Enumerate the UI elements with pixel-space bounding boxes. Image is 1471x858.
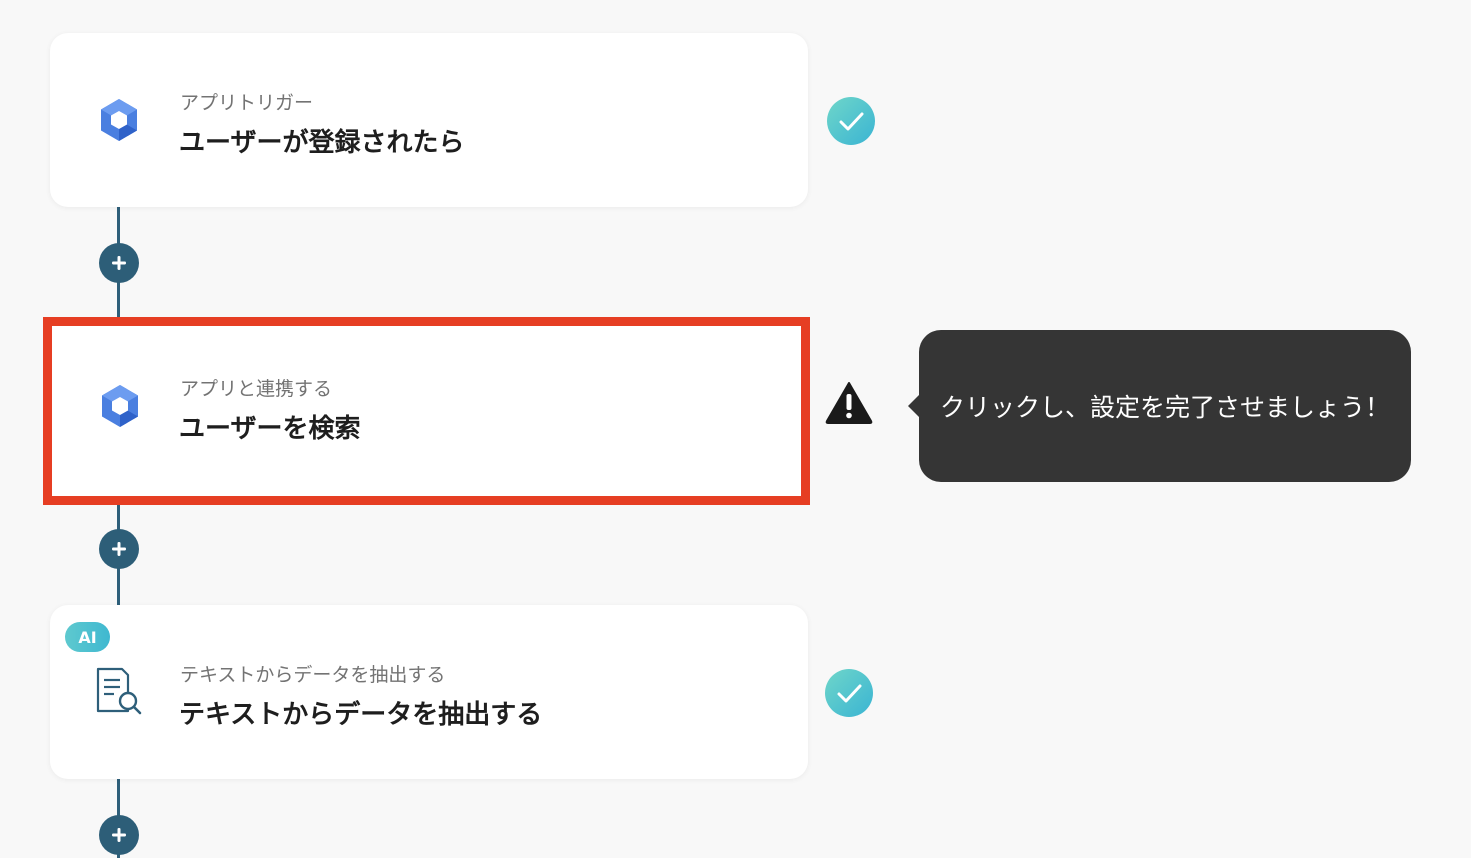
check-circle-icon: [825, 669, 873, 717]
add-step-button[interactable]: [99, 815, 139, 855]
ai-badge: AI: [65, 622, 110, 652]
document-search-icon: [96, 667, 142, 715]
step-card-trigger[interactable]: アプリトリガー ユーザーが登録されたら: [50, 33, 808, 207]
plus-icon: [112, 828, 126, 842]
google-workspace-icon: [101, 99, 137, 141]
tooltip-text: クリックし、設定を完了させましょう！: [939, 393, 1390, 422]
step-title: ユーザーが登録されたら: [179, 128, 465, 158]
step-card-action[interactable]: アプリと連携する ユーザーを検索: [43, 317, 810, 505]
check-circle-icon: [827, 97, 875, 145]
add-step-button[interactable]: [99, 529, 139, 569]
add-step-button[interactable]: [99, 243, 139, 283]
step-type-label: テキストからデータを抽出する: [180, 664, 446, 686]
plus-icon: [112, 256, 126, 270]
warning-triangle-icon: [825, 382, 873, 424]
step-type-label: アプリと連携する: [180, 378, 333, 400]
step-type-label: アプリトリガー: [180, 92, 314, 114]
setup-tooltip: クリックし、設定を完了させましょう！: [908, 330, 1411, 482]
plus-icon: [112, 542, 126, 556]
google-workspace-icon: [102, 385, 138, 427]
step-title: テキストからデータを抽出する: [179, 700, 543, 730]
step-card-ai[interactable]: AI テキストからデータを抽出する テキストからデータを抽出する: [50, 605, 808, 779]
step-title: ユーザーを検索: [179, 414, 361, 444]
